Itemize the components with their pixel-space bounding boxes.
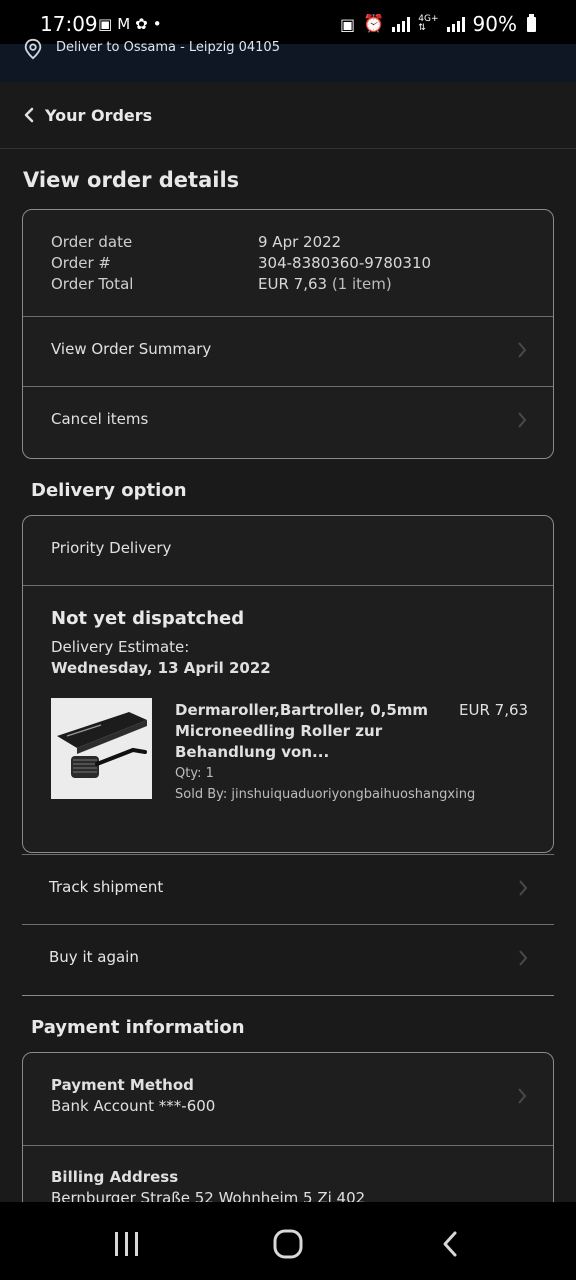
flower-icon: ✿ (135, 15, 153, 33)
delivery-option-heading: Delivery option (31, 480, 187, 501)
status-bar: 17:09 ▣M✿• ▣ ⏰ 4G+ ⇅ 90% (0, 0, 576, 44)
view-order-summary-label: View Order Summary (51, 340, 212, 358)
chevron-right-icon (518, 412, 527, 428)
order-number-label: Order # (51, 254, 111, 272)
delivery-option-label: Priority Delivery (51, 539, 172, 557)
order-summary-block: Order date 9 Apr 2022 Order # 304-838036… (23, 210, 553, 316)
cancel-items-row[interactable]: Cancel items (23, 386, 553, 457)
order-date-value: 9 Apr 2022 (258, 233, 342, 251)
page-title: View order details (23, 168, 240, 192)
home-icon[interactable] (272, 1228, 304, 1260)
chevron-right-icon (518, 342, 527, 358)
notification-icons: ▣M✿• (98, 15, 167, 33)
product-title-line3[interactable]: Behandlung von... (175, 743, 329, 761)
order-total-items: (1 item) (331, 275, 392, 293)
order-total-value: EUR 7,63 (1 item) (258, 275, 392, 293)
payment-information-heading: Payment information (31, 1017, 245, 1038)
product-price: EUR 7,63 (459, 701, 529, 719)
payment-method-value: Bank Account ***-600 (51, 1097, 216, 1115)
dermaroller-image (51, 698, 152, 799)
recent-apps-icon[interactable] (113, 1231, 141, 1257)
product-image[interactable] (51, 698, 152, 799)
order-info-card: Order date 9 Apr 2022 Order # 304-838036… (22, 209, 554, 459)
track-shipment-label: Track shipment (49, 878, 164, 896)
signal-icon (392, 16, 411, 32)
chevron-right-icon (519, 950, 528, 966)
product-qty: Qty: 1 (175, 766, 214, 781)
dot-icon: • (152, 15, 167, 33)
buy-it-again-label: Buy it again (49, 948, 139, 966)
order-date-label: Order date (51, 233, 133, 251)
payment-method-row[interactable]: Payment Method Bank Account ***-600 (23, 1053, 553, 1145)
priority-delivery-row: Priority Delivery (23, 516, 553, 585)
4g-icon: 4G+ ⇅ (418, 14, 439, 33)
signal-icon (446, 16, 465, 32)
status-time: 17:09 (40, 12, 98, 36)
message-icon: ▣ (98, 15, 118, 33)
cancel-items-label: Cancel items (51, 410, 149, 428)
battery-icon (527, 13, 536, 32)
back-icon[interactable] (440, 1230, 460, 1258)
orders-header: Your Orders (0, 82, 576, 149)
battery-percent: 90% (472, 12, 517, 36)
system-nav-bar (0, 1202, 576, 1280)
shipment-block: Not yet dispatched Delivery Estimate: We… (23, 585, 553, 852)
billing-address-title: Billing Address (51, 1168, 179, 1186)
delivery-estimate-label: Delivery Estimate: (51, 638, 190, 656)
deliver-to-text: Deliver to Ossama - Leipzig 04105 (56, 40, 280, 55)
product-title-line1[interactable]: Dermaroller,Bartroller, 0,5mm (175, 701, 428, 719)
buy-it-again-row[interactable]: Buy it again (22, 924, 554, 996)
chevron-right-icon (519, 880, 528, 896)
product-title-line2[interactable]: Microneedling Roller zur (175, 722, 382, 740)
location-pin-icon (24, 38, 42, 60)
order-total-amount: EUR 7,63 (258, 275, 328, 293)
deliver-to-bar[interactable]: Deliver to Ossama - Leipzig 04105 (0, 38, 576, 82)
delivery-estimate-date: Wednesday, 13 April 2022 (51, 659, 271, 677)
dispatch-status: Not yet dispatched (51, 608, 245, 629)
status-right: ▣ ⏰ 4G+ ⇅ 90% (340, 12, 536, 36)
delivery-card: Priority Delivery Not yet dispatched Del… (22, 515, 554, 853)
payment-method-title: Payment Method (51, 1076, 194, 1094)
view-order-summary-row[interactable]: View Order Summary (23, 316, 553, 386)
your-orders-link[interactable]: Your Orders (45, 106, 152, 125)
alarm-icon: ⏰ (363, 14, 385, 34)
gmail-icon: M (117, 15, 136, 33)
order-total-label: Order Total (51, 275, 134, 293)
chevron-right-icon (518, 1088, 527, 1104)
order-number-value: 304-8380360-9780310 (258, 254, 432, 272)
battery-saver-icon: ▣ (340, 14, 356, 34)
track-shipment-row[interactable]: Track shipment (22, 854, 554, 924)
product-seller: Sold By: jinshuiquaduoriyongbaihuoshangx… (175, 787, 476, 802)
chevron-left-icon[interactable] (22, 106, 38, 124)
